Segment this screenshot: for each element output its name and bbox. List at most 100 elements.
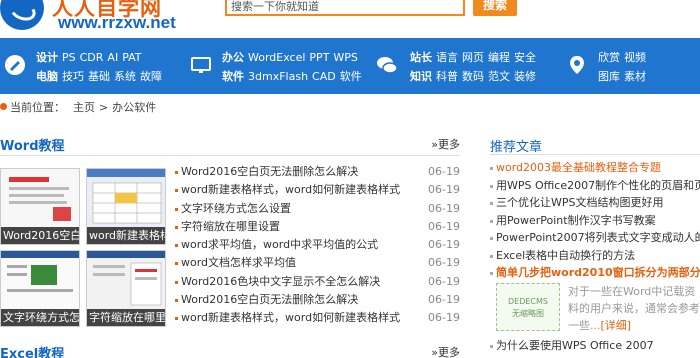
nav-link[interactable]: 网页 (462, 51, 484, 64)
bullet (175, 280, 178, 284)
logo-icon[interactable] (0, 0, 44, 30)
nav-link[interactable]: PAT (122, 51, 141, 64)
thumbnail-card[interactable]: Word2016空白 (0, 168, 80, 245)
bullet (175, 171, 178, 174)
logo-url[interactable]: www.rrzxw.net (58, 13, 176, 33)
nav-link[interactable]: 软件 (222, 70, 244, 83)
search-button[interactable]: 搜索 (473, 0, 517, 16)
bullet (175, 317, 178, 321)
article-date: 06-19 (428, 183, 460, 197)
nav-link[interactable]: 数码 (462, 70, 484, 83)
nav-link[interactable]: PS (62, 51, 76, 64)
nav-link[interactable]: PPT (309, 51, 329, 64)
recommended-link[interactable]: 为什么要使用WPS Office 2007 (490, 337, 700, 355)
placeholder-text: DEDECMS 无缩略图 (508, 297, 548, 318)
article-link[interactable]: Word2016色块中文字显示不全怎么解决 (181, 273, 380, 291)
article-link[interactable]: word新建表格样式，word如何新建表格样式 (181, 309, 400, 327)
breadcrumb-separator: > (99, 101, 109, 114)
nav-link[interactable]: 图库 (598, 70, 620, 83)
nav-link[interactable]: 软件 (340, 70, 362, 83)
list-item[interactable]: Word2016空白页无法删除怎么解决 06-19 (175, 291, 460, 309)
word-section-header: Word教程 »更多 (0, 132, 460, 156)
detail-link[interactable]: [详细] (601, 319, 632, 332)
nav-row-webmaster-1: 站长 语言 网页 编程 安全 (410, 51, 540, 65)
nav-link[interactable]: 安全 (514, 51, 536, 64)
article-link[interactable]: 文字环绕方式怎么设置 (181, 200, 291, 218)
search-input[interactable]: 搜索一下你就知道 (225, 0, 465, 16)
nav-link[interactable]: CAD (312, 70, 336, 83)
recommended-link[interactable]: 用PowerPoint制作汉字书写教案 (490, 212, 700, 230)
nav-link[interactable]: 3dmx (248, 70, 279, 83)
nav-link[interactable]: 办公 (222, 51, 244, 64)
nav-link[interactable]: Flash (279, 70, 308, 83)
section-title[interactable]: Word教程 (0, 135, 65, 154)
article-date: 06-19 (428, 219, 460, 233)
nav-link[interactable]: 装修 (514, 70, 536, 83)
thumbnail-card[interactable]: word新建表格样 (86, 168, 166, 245)
list-item[interactable]: word新建表格样式，word如何新建表格样式 06-19 (175, 309, 460, 327)
nav-link[interactable]: 范文 (488, 70, 510, 83)
list-item[interactable]: 文字环绕方式怎么设置 06-19 (175, 200, 460, 218)
bullet (175, 207, 178, 211)
article-link[interactable]: Word2016空白页无法删除怎么解决 (181, 291, 358, 309)
nav-link[interactable]: 基础 (88, 70, 110, 83)
bullet (175, 225, 178, 229)
article-date: 06-19 (428, 201, 460, 215)
nav-link[interactable]: 故障 (140, 70, 162, 83)
article-link[interactable]: Word2016空白页无法删除怎么解决 (181, 163, 358, 181)
nav-link[interactable]: AI (107, 51, 118, 64)
list-item[interactable]: 字符缩放在哪里设置 06-19 (175, 218, 460, 236)
article-link[interactable]: word文档怎样求平均值 (181, 254, 296, 272)
article-link[interactable]: 字符缩放在哪里设置 (181, 218, 280, 236)
nav-link[interactable]: 设计 (36, 51, 58, 64)
excel-section-header: Excel教程 »更多 (0, 341, 460, 358)
nav-link[interactable]: WPS (333, 51, 358, 64)
list-item[interactable]: word新建表格样式，word如何新建表格样式 06-19 (175, 181, 460, 199)
nav-link[interactable]: Excel (276, 51, 305, 64)
nav-link[interactable]: 编程 (488, 51, 510, 64)
nav-link[interactable]: CDR (80, 51, 104, 64)
nav-link[interactable]: 欣赏 (598, 51, 620, 64)
nav-link[interactable]: 电脑 (36, 70, 58, 83)
bullet (175, 244, 178, 248)
recommended-link[interactable]: 三个优化让WPS文档结构图更好用 (490, 194, 700, 212)
list-item[interactable]: word文档怎样求平均值 06-19 (175, 254, 460, 272)
recommended-link[interactable]: 用WPS Office2007制作个性化的页眉和页 (490, 177, 700, 195)
nav-link[interactable]: 语言 (436, 51, 458, 64)
nav-group-media: 欣赏 视频 图库 素材 (562, 38, 700, 94)
nav-group-office: 办公 WordExcel PPT WPS 软件 3dmxFlash CAD 软件 (188, 38, 373, 94)
monitor-icon (191, 57, 211, 73)
nav-link[interactable]: 知识 (410, 70, 432, 83)
recommended-link[interactable]: 简单几步把word2010窗口拆分为两部分 (490, 264, 700, 282)
nav-link[interactable]: 视频 (624, 51, 646, 64)
nav-link[interactable]: 技巧 (62, 70, 84, 83)
list-item[interactable]: word求平均值，word中求平均值的公式 06-19 (175, 236, 460, 254)
article-link[interactable]: word新建表格样式，word如何新建表格样式 (181, 181, 400, 199)
breadcrumb-current[interactable]: 办公软件 (112, 101, 156, 114)
recommended-link[interactable]: PowerPoint2007将列表式文字变成动人的 (490, 229, 700, 247)
list-item[interactable]: Word2016色块中文字显示不全怎么解决 06-19 (175, 273, 460, 291)
recommended-link[interactable]: word2003最全基础教程整合专题 (490, 159, 700, 177)
section-title[interactable]: Excel教程 (0, 343, 64, 358)
location-pin-icon (570, 56, 584, 74)
thumbnail-card[interactable]: 字符缩放在哪里 (86, 250, 166, 327)
nav-link[interactable]: Word (248, 51, 276, 64)
thumbnail-card[interactable]: 文字环绕方式怎 (0, 250, 80, 327)
recommended-link[interactable]: Excel表格中自动换行的方法 (490, 247, 700, 265)
more-link[interactable]: »更多 (431, 136, 460, 152)
thumbnail-caption: 文字环绕方式怎 (1, 309, 80, 326)
article-link[interactable]: word求平均值，word中求平均值的公式 (181, 236, 378, 254)
nav-row-media-2: 图库 素材 (598, 70, 650, 84)
thumbnail-image (87, 169, 165, 229)
breadcrumb-home-link[interactable]: 主页 (73, 101, 95, 114)
nav-link[interactable]: 站长 (410, 51, 432, 64)
more-link[interactable]: »更多 (431, 344, 460, 358)
thumbnail-image (1, 169, 79, 229)
nav-link[interactable]: 科普 (436, 70, 458, 83)
featured-article: DEDECMS 无缩略图 对于一些在Word中记载资料的用户来说，通常会参考一些… (496, 283, 700, 335)
featured-thumbnail[interactable]: DEDECMS 无缩略图 (496, 283, 560, 331)
nav-link[interactable]: 素材 (624, 70, 646, 83)
list-item[interactable]: Word2016空白页无法删除怎么解决 06-19 (175, 163, 460, 181)
bullet (175, 299, 178, 303)
nav-link[interactable]: 系统 (114, 70, 136, 83)
